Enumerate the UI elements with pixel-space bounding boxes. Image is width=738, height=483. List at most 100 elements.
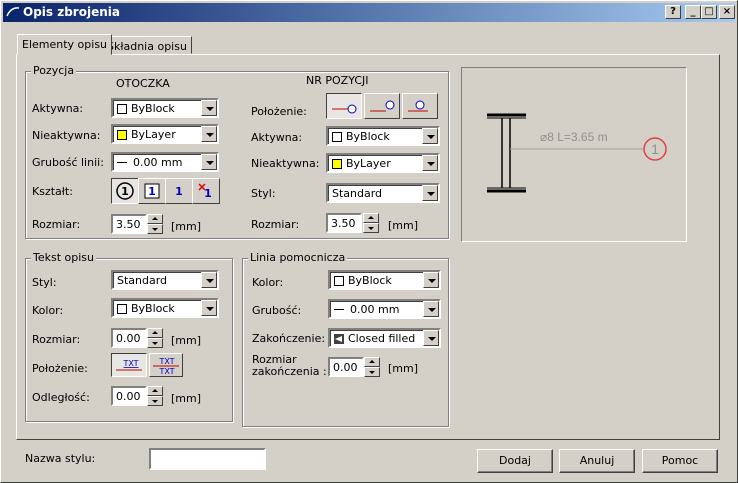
odleglosc-spinner[interactable] [147,386,163,406]
linia-grubosc-label: Grubość: [252,304,302,317]
text-on-leader-icon: TXT [116,359,142,371]
chevron-down-icon[interactable] [423,301,439,317]
chevron-down-icon[interactable] [201,272,217,288]
spin-down-icon[interactable] [147,396,163,406]
tekst-styl-combo[interactable]: Standard [111,270,219,290]
shape-square-button[interactable]: 1 [138,178,166,204]
tekst-styl-label: Styl: [32,276,57,289]
otoczka-rozmiar-unit: [mm] [171,220,202,233]
tekst-kolor-label: Kolor: [32,304,64,317]
otoczka-nieaktywna-value: ByLayer [131,128,176,141]
nr-position-above-button[interactable] [402,93,438,119]
color-swatch-icon [117,303,127,314]
tekst-kolor-value: ByBlock [131,302,175,315]
nr-nieaktywna-combo[interactable]: ByLayer [326,153,440,173]
nr-position-up-button[interactable] [364,93,400,119]
text-position-double-button[interactable]: TXT TXT [149,353,183,377]
rozmiar-zakonczenia-input[interactable]: 0.00 [328,357,364,377]
spin-up-icon[interactable] [147,386,163,396]
otoczka-aktywna-combo[interactable]: ByBlock [111,98,219,118]
line-weight-icon [334,309,344,310]
spin-down-icon[interactable] [364,367,380,377]
tab-skladnia-opisu[interactable]: Składnia opisu [102,36,192,54]
chevron-down-icon[interactable] [422,155,438,171]
chevron-down-icon[interactable] [201,126,217,142]
app-icon [6,7,20,17]
nr-styl-label: Styl: [251,187,276,200]
otoczka-nieaktywna-label: Nieaktywna: [32,129,101,142]
otoczka-rozmiar-label: Rozmiar: [32,218,81,231]
tekst-kolor-combo[interactable]: ByBlock [111,298,219,318]
chevron-down-icon[interactable] [423,272,439,288]
plain-number-icon: 1 [175,185,183,198]
preview-marker-number: 1 [651,141,659,157]
zakonczenie-value: Closed filled [348,332,416,345]
chevron-down-icon[interactable] [201,300,217,316]
otoczka-nieaktywna-combo[interactable]: ByLayer [111,124,219,144]
nr-styl-combo[interactable]: Standard [326,183,440,203]
spin-up-icon[interactable] [147,328,163,338]
nr-rozmiar-input[interactable]: 3.50 [326,213,362,233]
nr-polozenie-label: Położenie: [251,105,307,118]
spin-up-icon[interactable] [364,357,380,367]
odleglosc-unit: [mm] [171,392,202,405]
spin-down-icon[interactable] [147,338,163,348]
text-above-below-icon: TXTTXT [153,357,179,375]
nr-rozmiar-spinner[interactable] [363,213,379,233]
color-swatch-icon [117,103,127,114]
otoczka-grubosc-label: Grubość linii: [32,156,104,169]
color-swatch-icon [117,129,127,140]
maximize-button[interactable]: □ [701,5,717,19]
nr-aktywna-combo[interactable]: ByBlock [326,126,440,146]
tekst-opisu-title: Tekst opisu [31,251,96,264]
text-below-glyph: TXT [158,367,174,375]
nr-rozmiar-label: Rozmiar: [251,218,300,231]
chevron-down-icon[interactable] [422,185,438,201]
otoczka-grubosc-combo[interactable]: 0.00 mm [111,152,219,172]
otoczka-rozmiar-input[interactable]: 3.50 [111,214,147,234]
pomoc-button[interactable]: Pomoc [642,449,718,473]
circle-number-icon: 1 [116,182,134,200]
minimize-button[interactable]: _ [685,5,701,19]
spin-down-icon[interactable] [147,224,163,234]
shape-circle-button[interactable]: 1 [111,178,139,204]
spin-up-icon[interactable] [363,213,379,223]
window-title: Opis zbrojenia [23,5,120,19]
chevron-down-icon[interactable] [201,100,217,116]
preview-label: ⌀8 L=3.65 m [540,130,608,144]
line-weight-icon [117,162,127,163]
shape-square-glyph: 1 [148,185,156,198]
help-title-button[interactable]: ? [665,5,681,19]
tekst-rozmiar-input[interactable]: 0.00 [111,328,147,348]
close-button[interactable]: × [719,5,735,19]
otoczka-rozmiar-spinner[interactable] [147,214,163,234]
spin-down-icon[interactable] [363,223,379,233]
text-position-single-button[interactable]: TXT [111,353,147,377]
nr-position-left-button[interactable] [326,93,362,119]
nr-aktywna-label: Aktywna: [251,131,303,144]
chevron-down-icon[interactable] [423,330,439,346]
shape-off-button[interactable]: 1 [192,178,220,204]
nazwa-stylu-input[interactable] [149,448,266,470]
nr-aktywna-value: ByBlock [346,130,390,143]
anuluj-button[interactable]: Anuluj [559,449,635,473]
tekst-rozmiar-unit: [mm] [171,334,202,347]
chevron-down-icon[interactable] [201,154,217,170]
leader-above-icon [408,100,428,112]
zakonczenie-combo[interactable]: Closed filled [328,328,441,348]
dodaj-button[interactable]: Dodaj [477,449,553,473]
odleglosc-input[interactable]: 0.00 [111,386,147,406]
color-swatch-icon [332,158,342,169]
odleglosc-label: Odległość: [32,391,90,404]
linia-grubosc-combo[interactable]: 0.00 mm [328,299,441,319]
nr-pozycji-header: NR POZYCJI [306,74,369,87]
rozmiar-zakonczenia-spinner[interactable] [364,357,380,377]
chevron-down-icon[interactable] [422,128,438,144]
shape-none-button[interactable]: 1 [165,178,193,204]
tab-elementy-opisu[interactable]: Elementy opisu [17,34,113,55]
nr-nieaktywna-label: Nieaktywna: [251,157,320,170]
tekst-rozmiar-spinner[interactable] [147,328,163,348]
linia-kolor-combo[interactable]: ByBlock [328,270,441,290]
linia-pomocnicza-title: Linia pomocnicza [248,251,348,264]
spin-up-icon[interactable] [147,214,163,224]
